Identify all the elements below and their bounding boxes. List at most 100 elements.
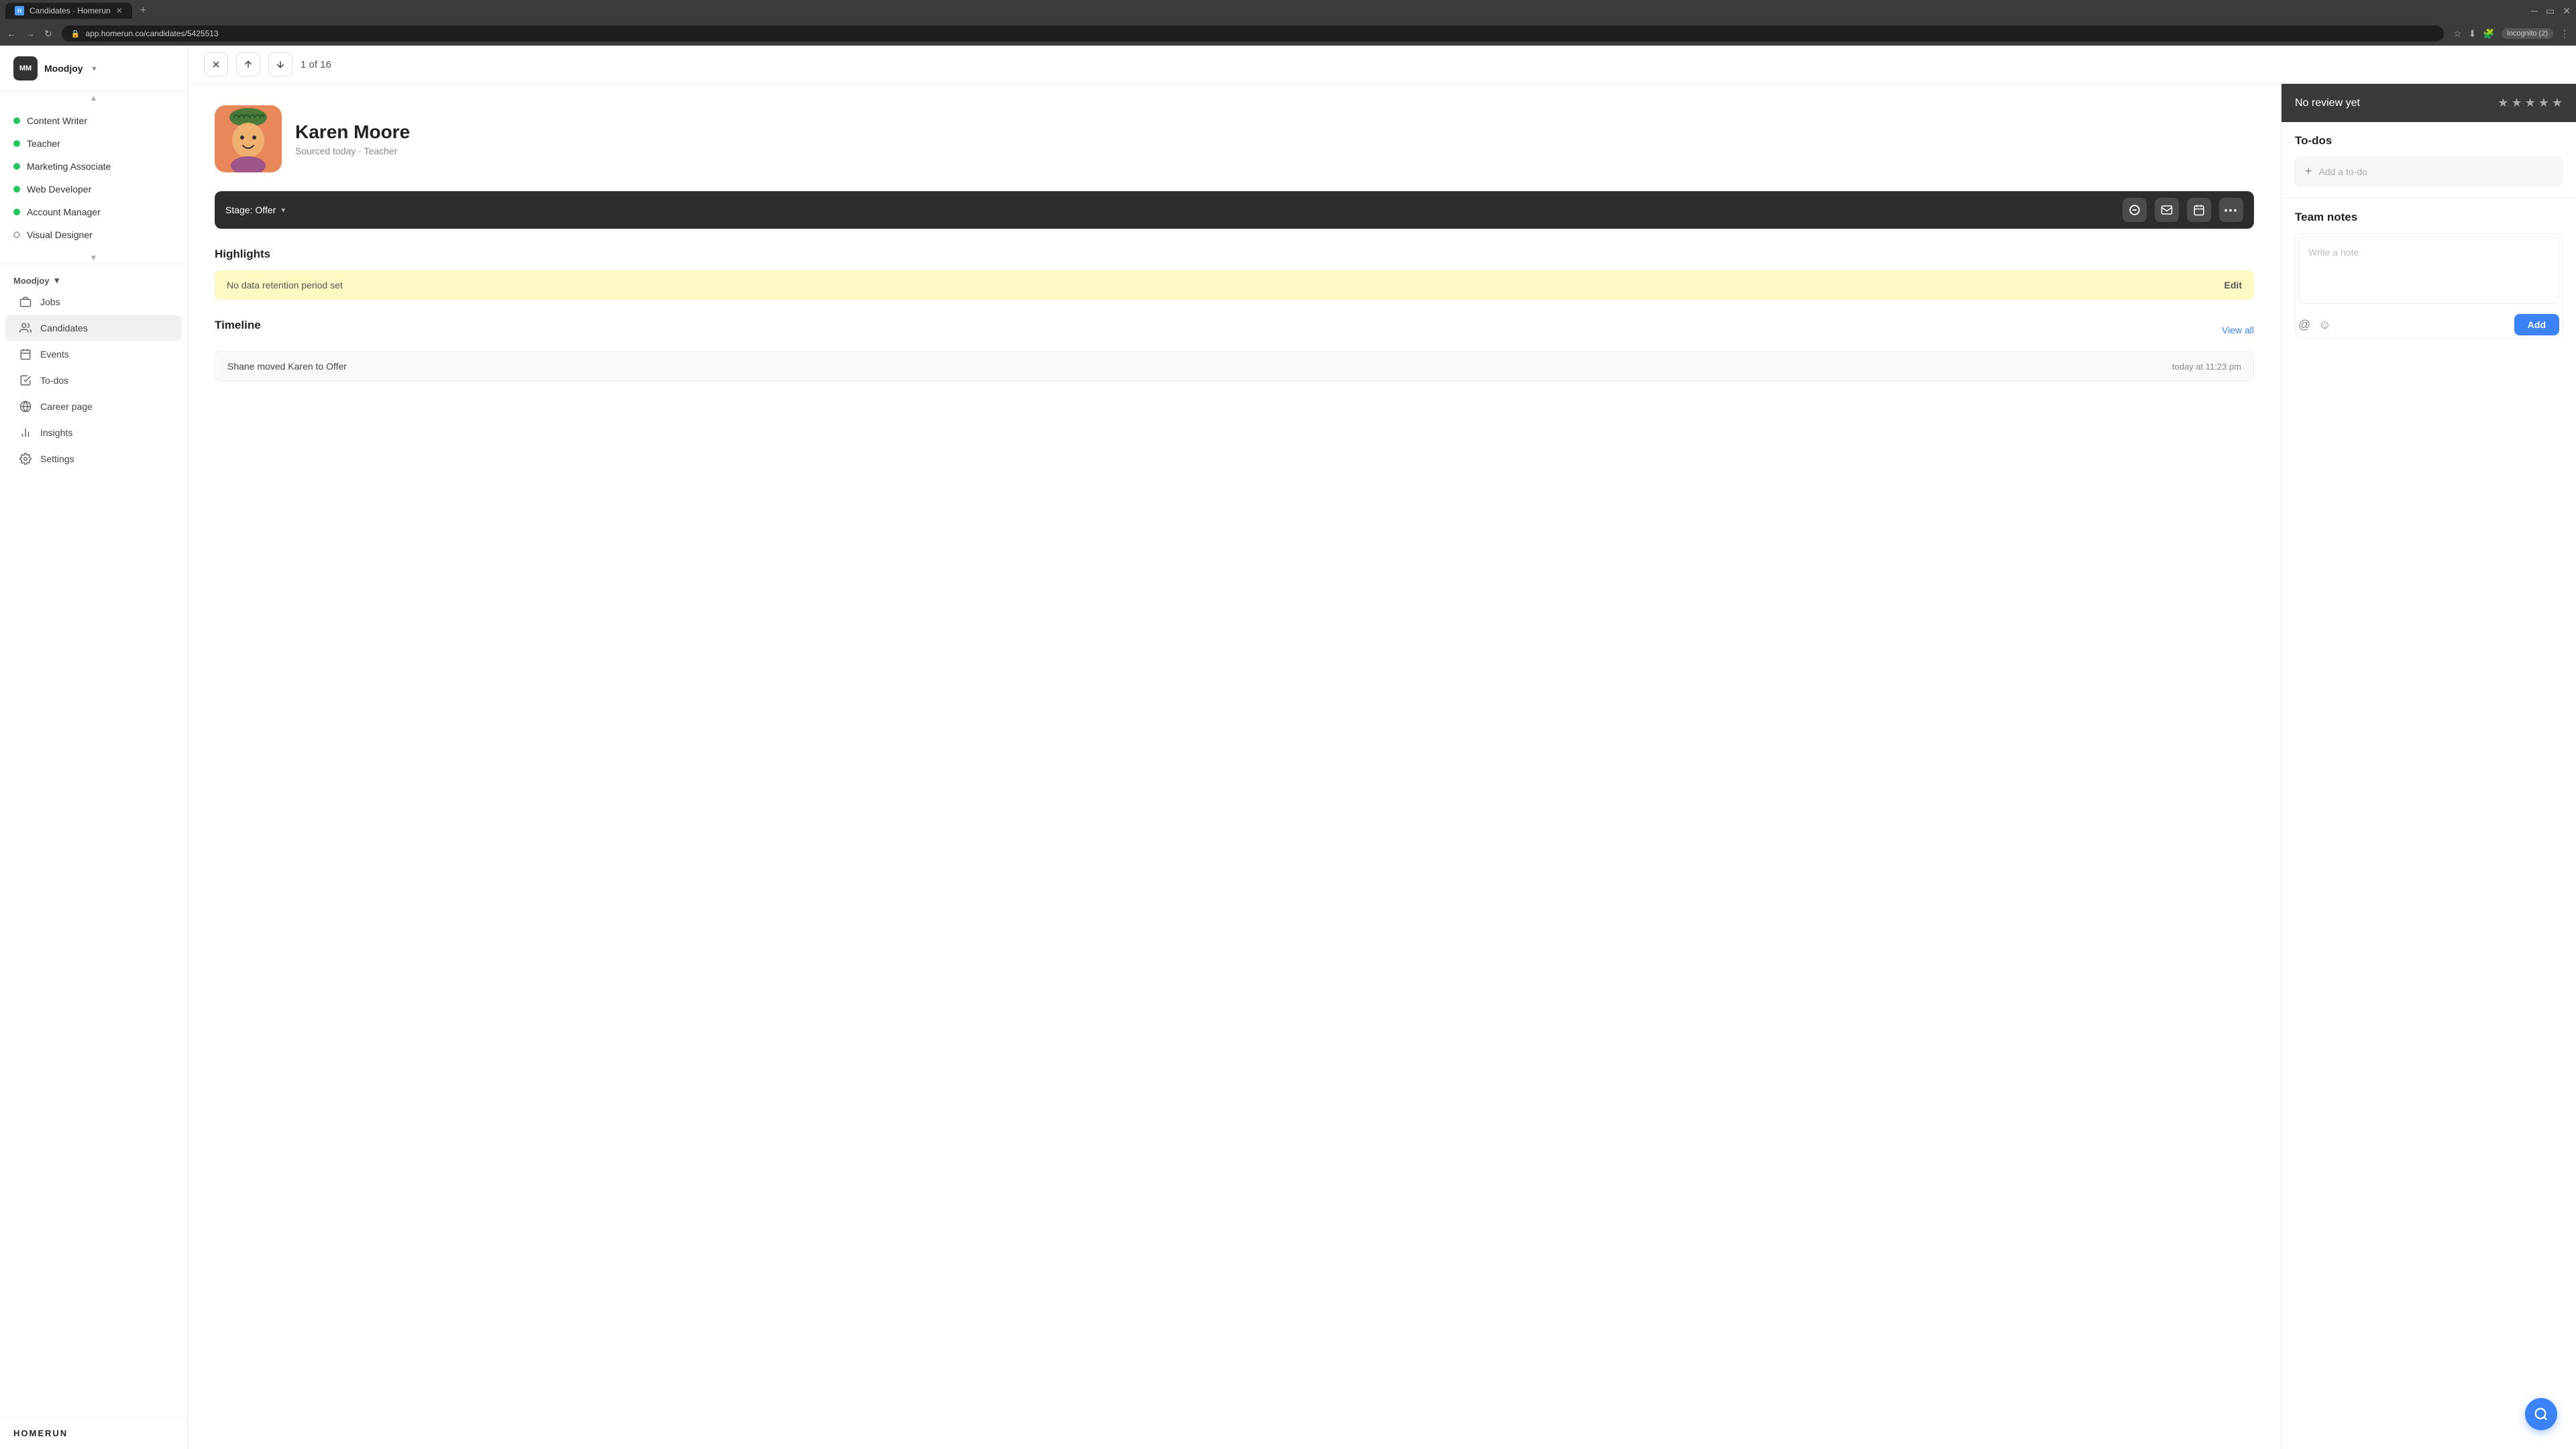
scroll-up-indicator[interactable]: ▲ [0, 92, 187, 104]
job-item-teacher[interactable]: Teacher [0, 132, 187, 155]
mention-icon[interactable]: @ [2298, 318, 2310, 332]
next-candidate-button[interactable] [268, 52, 292, 76]
plus-icon: + [2305, 164, 2312, 178]
jobs-list: Content Writer Teacher Marketing Associa… [0, 104, 187, 252]
highlights-warning-text: No data retention period set [227, 280, 343, 290]
star-2[interactable]: ★ [2511, 96, 2522, 110]
highlights-title: Highlights [215, 248, 2254, 261]
add-todo-button[interactable]: + Add a to-do [2295, 157, 2563, 186]
star-5[interactable]: ★ [2552, 96, 2563, 110]
sidebar-item-events[interactable]: Events [5, 341, 182, 367]
review-section: No review yet ★ ★ ★ ★ ★ [2282, 84, 2576, 122]
extensions-icon[interactable]: 🧩 [2483, 28, 2494, 40]
star-3[interactable]: ★ [2525, 96, 2536, 110]
candidate-name: Karen Moore [295, 121, 410, 143]
job-item-web-developer[interactable]: Web Developer [0, 178, 187, 201]
team-notes-textarea[interactable] [2298, 237, 2559, 304]
job-label-marketing-associate: Marketing Associate [27, 161, 111, 172]
star-1[interactable]: ★ [2498, 96, 2508, 110]
star-4[interactable]: ★ [2538, 96, 2549, 110]
schedule-button[interactable] [2187, 198, 2211, 222]
maximize-button[interactable]: ▭ [2546, 5, 2555, 17]
job-item-marketing-associate[interactable]: Marketing Associate [0, 155, 187, 178]
browser-tab[interactable]: H Candidates · Homerun ✕ [5, 3, 132, 19]
timeline-header: Timeline View all [215, 319, 2254, 341]
people-icon [19, 321, 32, 335]
sidebar-item-candidates[interactable]: Candidates [5, 315, 182, 341]
close-window-button[interactable]: ✕ [2563, 5, 2571, 17]
email-button[interactable] [2155, 198, 2179, 222]
scroll-down-indicator[interactable]: ▼ [0, 252, 187, 264]
highlights-warning: No data retention period set Edit [215, 270, 2254, 300]
tab-favicon: H [15, 6, 24, 15]
forward-button[interactable]: → [25, 28, 35, 39]
browser-tab-bar: H Candidates · Homerun ✕ + ─ ▭ ✕ [0, 0, 2576, 21]
sidebar-item-jobs[interactable]: Jobs [5, 289, 182, 315]
notes-icons: @ ☺ [2298, 318, 2331, 332]
job-dot-visual-designer [13, 231, 20, 238]
job-dot-web-developer [13, 186, 20, 193]
emoji-icon[interactable]: ☺ [2318, 318, 2330, 332]
prev-candidate-button[interactable] [236, 52, 260, 76]
todos-section: To-dos + Add a to-do [2282, 122, 2576, 199]
job-label-teacher: Teacher [27, 138, 60, 149]
close-button[interactable] [204, 52, 228, 76]
homerun-logo: HOMERUN [13, 1428, 174, 1438]
job-dot-account-manager [13, 209, 20, 215]
job-label-web-developer: Web Developer [27, 184, 91, 195]
scroll-up-arrow[interactable]: ▲ [90, 93, 98, 103]
tab-close-button[interactable]: ✕ [116, 6, 123, 15]
minimize-button[interactable]: ─ [2531, 5, 2538, 16]
job-label-content-writer: Content Writer [27, 115, 87, 126]
team-notes-title: Team notes [2295, 211, 2563, 224]
browser-actions: ☆ ⬇ 🧩 Incognito (2) ⋮ [2453, 28, 2569, 40]
disqualify-button[interactable] [2123, 198, 2147, 222]
briefcase-icon [19, 295, 32, 309]
sidebar-item-todos[interactable]: To-dos [5, 368, 182, 393]
sidebar-label-jobs: Jobs [40, 297, 60, 307]
stage-label: Stage: Offer [225, 205, 276, 215]
app-container: MM Moodjoy ▾ ▲ Content Writer Teacher Ma… [0, 46, 2576, 1449]
sidebar-label-candidates: Candidates [40, 323, 88, 333]
chart-icon [19, 426, 32, 439]
star-rating[interactable]: ★ ★ ★ ★ ★ [2498, 96, 2563, 110]
job-item-visual-designer[interactable]: Visual Designer [0, 223, 187, 246]
download-icon[interactable]: ⬇ [2469, 28, 2477, 40]
search-fab[interactable] [2525, 1398, 2557, 1430]
team-notes-container: @ ☺ Add [2295, 233, 2563, 339]
section-company-label: Moodjoy [13, 276, 49, 286]
reload-button[interactable]: ↻ [44, 28, 52, 40]
timeline-entry-time: today at 11:23 pm [2172, 362, 2241, 372]
view-all-link[interactable]: View all [2222, 325, 2254, 335]
stage-actions: ••• [2123, 198, 2243, 222]
job-label-visual-designer: Visual Designer [27, 229, 93, 240]
job-item-account-manager[interactable]: Account Manager [0, 201, 187, 223]
menu-icon[interactable]: ⋮ [2560, 28, 2569, 40]
sidebar-section-header[interactable]: Moodjoy ▾ [0, 270, 187, 288]
stage-dropdown[interactable]: Stage: Offer ▾ [225, 205, 2112, 215]
add-note-button[interactable]: Add [2514, 314, 2559, 335]
team-notes-section: Team notes @ ☺ Add [2282, 199, 2576, 1449]
back-button[interactable]: ← [7, 28, 16, 39]
right-panel: No review yet ★ ★ ★ ★ ★ To-dos + Add a t… [2281, 84, 2576, 1449]
section-dropdown-icon: ▾ [54, 275, 59, 286]
job-label-account-manager: Account Manager [27, 207, 101, 217]
content-area: Karen Moore Sourced today · Teacher Stag… [188, 84, 2576, 1449]
sidebar-label-todos: To-dos [40, 375, 68, 386]
more-actions-button[interactable]: ••• [2219, 198, 2243, 222]
main-content: 1 of 16 [188, 46, 2576, 1449]
sidebar-label-events: Events [40, 349, 69, 360]
scroll-down-arrow[interactable]: ▼ [90, 253, 98, 262]
company-dropdown-icon[interactable]: ▾ [93, 64, 97, 73]
highlights-edit-link[interactable]: Edit [2224, 280, 2242, 290]
address-bar[interactable]: 🔒 app.homerun.co/candidates/5425513 [62, 25, 2444, 42]
job-item-content-writer[interactable]: Content Writer [0, 109, 187, 132]
sidebar-item-insights[interactable]: Insights [5, 420, 182, 445]
sidebar-item-career-page[interactable]: Career page [5, 394, 182, 419]
todos-title: To-dos [2295, 134, 2563, 148]
sidebar-footer: HOMERUN [0, 1417, 187, 1449]
sidebar-item-settings[interactable]: Settings [5, 446, 182, 472]
candidate-avatar [215, 105, 282, 172]
bookmark-icon[interactable]: ☆ [2453, 28, 2462, 40]
new-tab-button[interactable]: + [135, 3, 152, 18]
